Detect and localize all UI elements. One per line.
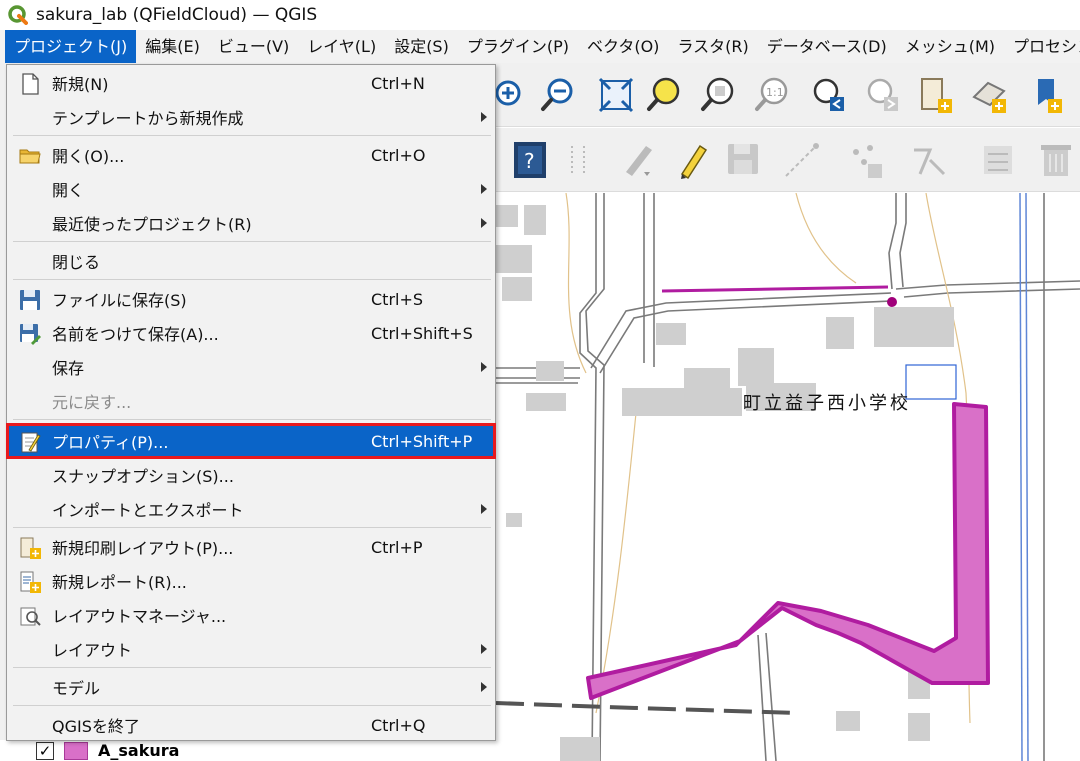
new-document-icon [22, 73, 39, 95]
menu-edit[interactable]: 編集(E) [136, 30, 209, 63]
new-report-icon [20, 571, 41, 593]
menu-separator [13, 279, 491, 280]
menu-item-recent-projects[interactable]: 最近使ったプロジェクト(R) [7, 206, 495, 240]
menu-processing[interactable]: プロセシング [1004, 30, 1080, 63]
delete-selected-icon[interactable] [1036, 140, 1076, 180]
zoom-out-icon[interactable] [538, 75, 578, 115]
digitize-line-icon[interactable] [782, 140, 822, 180]
help-icon[interactable]: ? [510, 140, 550, 180]
layer-name: A_sakura [98, 741, 180, 760]
menu-item-open-from[interactable]: 開く [7, 172, 495, 206]
editing-toolbar: ? [496, 128, 1080, 192]
menu-settings[interactable]: 設定(S) [385, 30, 458, 63]
folder-open-icon [19, 149, 41, 164]
zoom-to-layer-icon[interactable] [698, 75, 738, 115]
toolbar-grip-icon [571, 146, 585, 174]
menu-item-new-from-template[interactable]: テンプレートから新規作成 [7, 100, 495, 134]
zoom-in-icon[interactable] [494, 75, 534, 115]
menu-item-layouts[interactable]: レイアウト [7, 632, 495, 666]
map-navigation-toolbar: 1:1 [494, 63, 1080, 127]
layer-symbol-swatch [64, 741, 88, 760]
menu-item-new-print-layout[interactable]: 新規印刷レイアウト(P)... Ctrl+P [7, 530, 495, 564]
zoom-native-icon[interactable]: 1:1 [752, 75, 792, 115]
menu-item-open[interactable]: 開く(O)... Ctrl+O [7, 138, 495, 172]
menu-bar: プロジェクト(J) 編集(E) ビュー(V) レイヤ(L) 設定(S) プラグイ… [0, 30, 1080, 63]
menu-database[interactable]: データベース(D) [758, 30, 896, 63]
layer-item-a-sakura[interactable]: ✓ A_sakura [0, 740, 496, 761]
svg-text:?: ? [524, 149, 535, 173]
menu-separator [13, 241, 491, 242]
modify-attributes-icon[interactable] [980, 140, 1020, 180]
menu-raster[interactable]: ラスタ(R) [668, 30, 757, 63]
menu-separator [13, 419, 491, 420]
layout-manager-icon [20, 607, 41, 626]
title-bar: sakura_lab (QFieldCloud) — QGIS [0, 0, 1080, 30]
menu-separator [13, 135, 491, 136]
menu-item-exit-qgis[interactable]: QGISを終了 Ctrl+Q [7, 708, 495, 742]
submenu-arrow-icon [481, 682, 487, 692]
save-icon [20, 290, 40, 310]
layer-visibility-checkbox[interactable]: ✓ [36, 741, 54, 760]
new-print-layout-icon [20, 537, 41, 559]
menu-item-close[interactable]: 閉じる [7, 244, 495, 278]
menu-item-save[interactable]: ファイルに保存(S) Ctrl+S [7, 282, 495, 316]
menu-separator [13, 667, 491, 668]
menu-separator [13, 705, 491, 706]
submenu-arrow-icon [481, 218, 487, 228]
submenu-arrow-icon [481, 112, 487, 122]
menu-item-save-to[interactable]: 保存 [7, 350, 495, 384]
submenu-arrow-icon [481, 184, 487, 194]
menu-mesh[interactable]: メッシュ(M) [896, 30, 1004, 63]
zoom-last-icon[interactable] [808, 75, 848, 115]
menu-item-models[interactable]: モデル [7, 670, 495, 704]
menu-view[interactable]: ビュー(V) [209, 30, 298, 63]
save-as-icon [20, 324, 41, 345]
menu-layer[interactable]: レイヤ(L) [298, 30, 385, 63]
submenu-arrow-icon [481, 644, 487, 654]
new-bookmark-icon[interactable] [1028, 75, 1068, 115]
menu-separator [13, 527, 491, 528]
menu-item-snapping-options[interactable]: スナップオプション(S)... [7, 458, 495, 492]
zoom-full-icon[interactable] [596, 75, 636, 115]
menu-vector[interactable]: ベクタ(O) [578, 30, 668, 63]
menu-item-import-export[interactable]: インポートとエクスポート [7, 492, 495, 526]
menu-item-revert[interactable]: 元に戻す... [7, 384, 495, 418]
submenu-arrow-icon [481, 362, 487, 372]
save-edits-icon[interactable] [724, 140, 764, 180]
zoom-next-icon[interactable] [862, 75, 902, 115]
map-canvas[interactable]: 町立益子西小学校 [496, 193, 1080, 761]
menu-item-new[interactable]: 新規(N) Ctrl+N [7, 66, 495, 100]
submenu-arrow-icon [481, 504, 487, 514]
menu-item-layout-manager[interactable]: レイアウトマネージャ... [7, 598, 495, 632]
svg-text:1:1: 1:1 [766, 86, 784, 99]
project-menu-dropdown: 新規(N) Ctrl+N テンプレートから新規作成 開く(O)... Ctrl+… [6, 64, 496, 741]
qgis-logo-icon [8, 5, 28, 25]
vertex-tool-icon[interactable] [910, 140, 950, 180]
map-place-label: 町立益子西小学校 [743, 393, 911, 414]
map-features [496, 193, 1080, 761]
menu-item-properties[interactable]: プロパティ(P)... Ctrl+Shift+P [6, 423, 496, 459]
new-3d-view-icon[interactable] [970, 75, 1010, 115]
toggle-editing-icon[interactable] [672, 140, 712, 180]
add-point-feature-icon[interactable] [846, 140, 886, 180]
menu-project[interactable]: プロジェクト(J) [5, 30, 137, 63]
menu-item-new-report[interactable]: 新規レポート(R)... [7, 564, 495, 598]
zoom-to-selection-icon[interactable] [644, 75, 684, 115]
properties-icon [21, 432, 41, 453]
menu-plugins[interactable]: プラグイン(P) [458, 30, 578, 63]
window-title: sakura_lab (QFieldCloud) — QGIS [36, 5, 318, 25]
new-map-view-icon[interactable] [916, 75, 956, 115]
current-edits-icon[interactable] [618, 140, 658, 180]
menu-item-save-as[interactable]: 名前をつけて保存(A)... Ctrl+Shift+S [7, 316, 495, 350]
